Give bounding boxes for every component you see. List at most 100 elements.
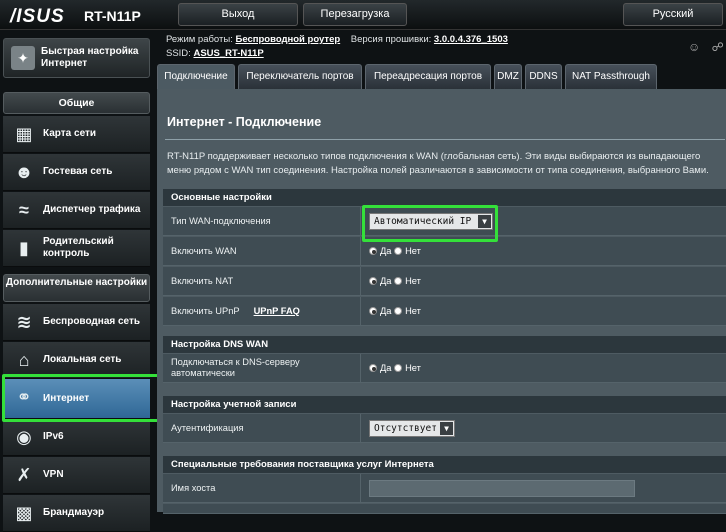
sidebar-item-label: Гостевая сеть bbox=[43, 166, 113, 177]
enable-nat-row: Включить NAT Да Нет bbox=[163, 267, 726, 296]
enable-nat-no-radio[interactable] bbox=[394, 277, 403, 285]
enable-nat-label: Включить NAT bbox=[163, 267, 361, 295]
enable-upnp-label: Включить UPnP bbox=[171, 305, 240, 316]
account-settings-header: Настройка учетной записи bbox=[163, 396, 726, 413]
next-row bbox=[163, 504, 726, 514]
vpn-icon: ✗ bbox=[16, 465, 32, 485]
ssid-link[interactable]: ASUS_RT-N11P bbox=[193, 48, 263, 59]
usb-icon[interactable]: ☍ bbox=[712, 40, 724, 54]
logout-button[interactable]: Выход bbox=[178, 3, 298, 26]
auth-row: Аутентификация Отсутствует ▼ bbox=[163, 414, 726, 443]
auth-value: Отсутствует bbox=[374, 422, 437, 434]
quick-setup-label: Быстрая настройка Интернет bbox=[41, 46, 139, 69]
guest-network-icon: ☻ bbox=[14, 162, 34, 182]
dns-auto-yes-radio[interactable] bbox=[369, 364, 377, 372]
hostname-label: Имя хоста bbox=[163, 474, 361, 502]
dns-auto-label: Подключаться к DNS-серверу автоматически bbox=[163, 354, 361, 382]
dns-auto-row: Подключаться к DNS-серверу автоматически… bbox=[163, 354, 726, 383]
hostname-row: Имя хоста bbox=[163, 474, 726, 503]
no-label: Нет bbox=[405, 276, 421, 286]
yes-label: Да bbox=[380, 276, 392, 286]
top-icons: ☺ ☍ bbox=[688, 40, 724, 54]
title-divider bbox=[165, 139, 725, 140]
dns-settings-header: Настройка DNS WAN bbox=[163, 336, 726, 353]
page-title: Интернет - Подключение bbox=[167, 115, 322, 129]
yes-label: Да bbox=[380, 246, 392, 256]
advanced-header: Дополнительные настройки bbox=[3, 274, 150, 302]
users-icon[interactable]: ☺ bbox=[688, 40, 700, 54]
no-label: Нет bbox=[405, 363, 421, 373]
no-label: Нет bbox=[405, 306, 421, 316]
basic-settings-header: Основные настройки bbox=[163, 189, 726, 206]
firmware-label: Версия прошивки: bbox=[350, 34, 432, 45]
enable-nat-yes-radio[interactable] bbox=[369, 277, 377, 285]
top-bar: /ISUS RT-N11P Выход Перезагрузка Русский bbox=[0, 0, 726, 30]
content-panel: Интернет - Подключение RT-N11P поддержив… bbox=[157, 89, 726, 514]
yes-label: Да bbox=[380, 306, 392, 316]
upnp-faq-link[interactable]: UPnP FAQ bbox=[254, 306, 300, 317]
sidebar-item-label: Родительский контроль bbox=[43, 236, 114, 259]
enable-wan-no-radio[interactable] bbox=[394, 247, 403, 255]
network-map-icon: ▦ bbox=[15, 124, 33, 144]
wand-icon: ✦ bbox=[11, 46, 35, 70]
enable-upnp-label-cell: Включить UPnP UPnP FAQ bbox=[163, 297, 361, 325]
traffic-manager-icon: ≈ bbox=[19, 200, 29, 220]
sidebar-item-parental-control[interactable]: ▮ Родительский контроль bbox=[3, 230, 150, 267]
firewall-icon: ▩ bbox=[15, 503, 33, 523]
wan-type-label: Тип WAN-подключения bbox=[163, 207, 361, 235]
wifi-icon: ≋ bbox=[16, 312, 32, 332]
parental-control-icon: ▮ bbox=[19, 238, 29, 258]
general-header: Общие bbox=[3, 92, 150, 114]
enable-wan-yes-radio[interactable] bbox=[369, 247, 377, 255]
language-select[interactable]: Русский bbox=[623, 3, 723, 26]
sidebar-item-label: Диспетчер трафика bbox=[43, 204, 141, 215]
quick-setup-button[interactable]: ✦ Быстрая настройка Интернет bbox=[3, 38, 150, 78]
tab-connection[interactable]: Подключение bbox=[157, 64, 235, 90]
highlight-wan-type bbox=[362, 205, 498, 242]
tab-port-forwarding[interactable]: Переадресация портов bbox=[365, 64, 491, 90]
sidebar-item-guest-network[interactable]: ☻ Гостевая сеть bbox=[3, 154, 150, 191]
sidebar-item-vpn[interactable]: ✗ VPN bbox=[3, 457, 150, 494]
sidebar-item-label: Локальная сеть bbox=[43, 354, 122, 365]
auth-label: Аутентификация bbox=[163, 414, 361, 442]
sidebar-item-label: VPN bbox=[43, 469, 64, 480]
tab-nat-passthrough[interactable]: NAT Passthrough bbox=[565, 64, 657, 90]
sidebar-item-label: Беспроводная сеть bbox=[43, 316, 141, 327]
tab-dmz[interactable]: DMZ bbox=[494, 64, 522, 90]
enable-wan-label: Включить WAN bbox=[163, 237, 361, 265]
sidebar-item-label: Брандмауэр bbox=[43, 507, 105, 518]
sidebar-item-traffic-manager[interactable]: ≈ Диспетчер трафика bbox=[3, 192, 150, 229]
sidebar-item-wireless[interactable]: ≋ Беспроводная сеть bbox=[3, 304, 150, 341]
tab-ddns[interactable]: DDNS bbox=[525, 64, 562, 90]
home-icon: ⌂ bbox=[18, 350, 30, 370]
auth-select[interactable]: Отсутствует ▼ bbox=[369, 419, 455, 437]
sidebar-item-label: IPv6 bbox=[43, 431, 64, 442]
sidebar-item-ipv6[interactable]: ◉ IPv6 bbox=[3, 419, 150, 456]
enable-upnp-row: Включить UPnP UPnP FAQ Да Нет bbox=[163, 297, 726, 326]
asus-logo: /ISUS bbox=[10, 6, 65, 27]
sidebar-item-firewall[interactable]: ▩ Брандмауэр bbox=[3, 495, 150, 532]
enable-upnp-no-radio[interactable] bbox=[394, 307, 403, 315]
tab-port-switch[interactable]: Переключатель портов bbox=[238, 64, 362, 90]
mode-label: Режим работы: bbox=[166, 34, 233, 45]
mode-link[interactable]: Беспроводной роутер bbox=[235, 34, 340, 45]
status-line: Режим работы: Беспроводной роутер Версия… bbox=[166, 34, 508, 45]
sidebar-item-network-map[interactable]: ▦ Карта сети bbox=[3, 116, 150, 153]
enable-upnp-yes-radio[interactable] bbox=[369, 307, 377, 315]
sidebar: ✦ Быстрая настройка Интернет Общие ▦ Карт… bbox=[0, 38, 160, 532]
hostname-input[interactable] bbox=[369, 480, 635, 497]
highlight-internet bbox=[2, 374, 160, 422]
chevron-down-icon: ▼ bbox=[440, 421, 453, 435]
dns-auto-no-radio[interactable] bbox=[394, 364, 403, 372]
page-description: RT-N11P поддерживает несколько типов под… bbox=[167, 151, 709, 176]
ipv6-icon: ◉ bbox=[16, 427, 32, 447]
no-label: Нет bbox=[405, 246, 421, 256]
ssid-label: SSID: bbox=[166, 48, 191, 59]
reboot-button[interactable]: Перезагрузка bbox=[303, 3, 407, 26]
isp-requirements-header: Специальные требования поставщика услуг … bbox=[163, 456, 726, 473]
yes-label: Да bbox=[380, 363, 392, 373]
sidebar-item-label: Карта сети bbox=[43, 128, 97, 139]
firmware-link[interactable]: 3.0.0.4.376_1503 bbox=[434, 34, 508, 45]
tab-bar: Подключение Переключатель портов Переадр… bbox=[157, 64, 726, 90]
router-model: RT-N11P bbox=[84, 8, 141, 24]
